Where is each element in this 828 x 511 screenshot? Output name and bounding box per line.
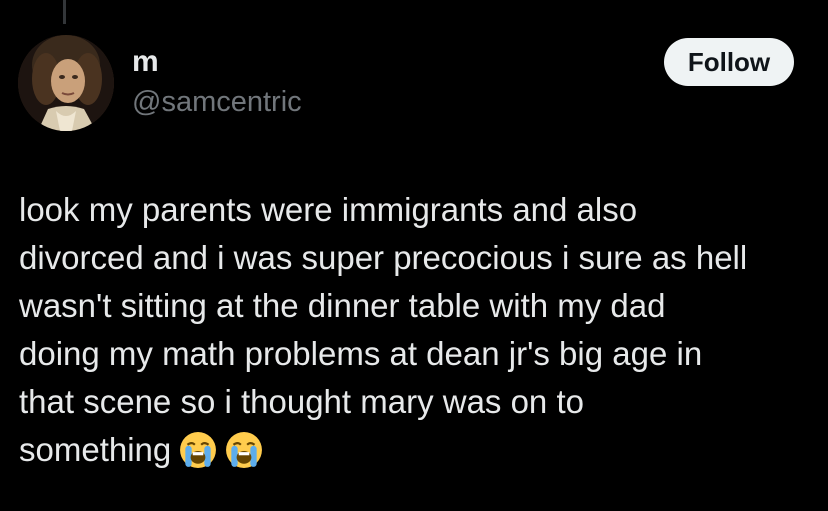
loudly-crying-face-emoji-icon	[226, 432, 263, 468]
tweet-body: look my parents were immigrants and also…	[19, 186, 819, 474]
follow-button[interactable]: Follow	[664, 38, 794, 86]
tweet-text: look my parents were immigrants and also…	[19, 191, 748, 468]
thread-connector-line	[63, 0, 66, 24]
author-handle[interactable]: @samcentric	[132, 84, 302, 120]
author-display-name[interactable]: m	[132, 44, 159, 80]
profile-photo-icon	[18, 35, 114, 131]
loudly-crying-face-emoji-icon	[180, 432, 217, 468]
avatar[interactable]	[18, 35, 114, 131]
